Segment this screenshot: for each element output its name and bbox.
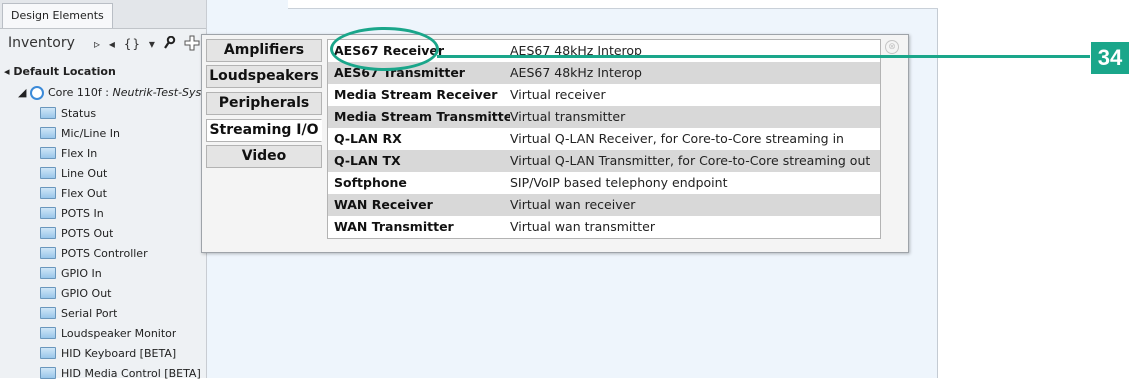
- component-name: WAN Transmitter: [334, 219, 454, 234]
- component-description: Virtual wan transmitter: [510, 219, 656, 234]
- component-name: Softphone: [334, 175, 407, 190]
- tab-loudspeakers[interactable]: Loudspeakers: [206, 65, 322, 88]
- component-icon: [40, 227, 56, 239]
- tree-item-label: POTS In: [61, 207, 104, 220]
- component-icon: [40, 187, 56, 199]
- component-icon: [40, 367, 56, 379]
- core-icon: [29, 86, 44, 100]
- component-icon: [40, 347, 56, 359]
- component-picker-popup: Amplifiers Loudspeakers Peripherals Streami…: [201, 34, 909, 253]
- tree-item[interactable]: Flex In: [40, 144, 97, 164]
- component-description: Virtual receiver: [510, 87, 606, 102]
- tree-item-label: Loudspeaker Monitor: [61, 327, 177, 340]
- tree-item-label: POTS Out: [61, 227, 114, 240]
- inventory-toolbar: Inventory ▹ ◂ {} ▾: [0, 30, 206, 58]
- component-name: Media Stream Receiver: [334, 87, 498, 102]
- tree-item-label: HID Keyboard [BETA]: [61, 347, 177, 360]
- component-row[interactable]: Q-LAN RX Virtual Q-LAN Receiver, for Core…: [328, 128, 880, 150]
- component-icon: [40, 307, 56, 319]
- tree-item-label: Line Out: [61, 167, 108, 180]
- component-description: AES67 48kHz Interop: [510, 43, 642, 58]
- component-name: Q-LAN RX: [334, 131, 402, 146]
- collapse-icon[interactable]: ◂: [109, 37, 116, 51]
- component-description: Virtual Q-LAN Transmitter, for Core-to-C…: [510, 153, 871, 168]
- tree-item[interactable]: Status: [40, 104, 96, 124]
- component-description: SIP/VoIP based telephony endpoint: [510, 175, 728, 190]
- tree-item[interactable]: Flex Out: [40, 184, 107, 204]
- tree-item[interactable]: HID Media Control [BETA]: [40, 364, 201, 384]
- component-description: AES67 48kHz Interop: [510, 65, 642, 80]
- tree-item-label: HID Media Control [BETA]: [61, 367, 201, 380]
- component-list: AES67 Receiver AES67 48kHz Interop AES67 T…: [327, 39, 881, 239]
- tree-item[interactable]: HID Keyboard [BETA]: [40, 344, 176, 364]
- component-name: WAN Receiver: [334, 197, 433, 212]
- tree-core-node[interactable]: ◢ Core 110f : Neutrik-Test-System: [18, 83, 206, 103]
- component-icon: [40, 107, 56, 119]
- braces-icon[interactable]: {}: [124, 37, 141, 51]
- tree-item[interactable]: POTS Controller: [40, 244, 148, 264]
- tab-amplifiers[interactable]: Amplifiers: [206, 39, 322, 62]
- tree-item[interactable]: POTS Out: [40, 224, 113, 244]
- tab-video[interactable]: Video: [206, 145, 322, 168]
- component-row[interactable]: WAN Transmitter Virtual wan transmitter: [328, 216, 880, 238]
- expand-icon[interactable]: ▹: [94, 37, 101, 51]
- tree-item[interactable]: GPIO Out: [40, 284, 112, 304]
- component-icon: [40, 247, 56, 259]
- component-icon: [40, 147, 56, 159]
- collapse-arrow-icon[interactable]: ◂: [4, 65, 13, 78]
- component-icon: [40, 287, 56, 299]
- tab-peripherals[interactable]: Peripherals: [206, 92, 322, 115]
- component-description: Virtual wan receiver: [510, 197, 636, 212]
- component-description: Virtual transmitter: [510, 109, 626, 124]
- tree-item-label: GPIO Out: [61, 287, 112, 300]
- close-icon[interactable]: ⊗: [885, 40, 899, 54]
- tree-item-label: POTS Controller: [61, 247, 148, 260]
- tree-item[interactable]: POTS In: [40, 204, 104, 224]
- add-icon[interactable]: [184, 35, 200, 54]
- tree-item[interactable]: Line Out: [40, 164, 107, 184]
- panel-tab-strip: Design Elements: [0, 0, 206, 29]
- tree-item-label: GPIO In: [61, 267, 102, 280]
- dropdown-icon[interactable]: ▾: [149, 37, 156, 51]
- callout-badge: 34: [1091, 42, 1129, 74]
- component-icon: [40, 167, 56, 179]
- component-row[interactable]: Softphone SIP/VoIP based telephony endpoi…: [328, 172, 880, 194]
- tree-item[interactable]: GPIO In: [40, 264, 102, 284]
- component-name: Media Stream Transmitter: [334, 109, 510, 124]
- tree-root[interactable]: ◂ Default Location: [4, 62, 116, 82]
- key-icon[interactable]: [163, 35, 176, 53]
- design-elements-panel: Design Elements Inventory ▹ ◂ {} ▾ ◂ Def…: [0, 0, 207, 380]
- tree-item-label: Status: [61, 107, 97, 120]
- tree-item[interactable]: Loudspeaker Monitor: [40, 324, 176, 344]
- component-icon: [40, 207, 56, 219]
- tree-item[interactable]: Serial Port: [40, 304, 117, 324]
- inventory-tools: ▹ ◂ {} ▾: [94, 35, 203, 54]
- component-description: Virtual Q-LAN Receiver, for Core-to-Core…: [510, 131, 844, 146]
- collapse-arrow-icon[interactable]: ◢: [18, 86, 30, 99]
- tree-item-label: Mic/Line In: [61, 127, 120, 140]
- callout-line: [437, 55, 1090, 58]
- tree-item-label: Serial Port: [61, 307, 118, 320]
- component-icon: [40, 127, 56, 139]
- component-row[interactable]: WAN Receiver Virtual wan receiver: [328, 194, 880, 216]
- inventory-label: Inventory: [8, 35, 75, 51]
- component-name: Q-LAN TX: [334, 153, 401, 168]
- tree-item-label: Flex In: [61, 147, 98, 160]
- canvas-header-strip: [288, 0, 938, 9]
- component-row[interactable]: Media Stream Receiver Virtual receiver: [328, 84, 880, 106]
- component-row[interactable]: Media Stream Transmitter Virtual transmit…: [328, 106, 880, 128]
- tree-item-label: Flex Out: [61, 187, 107, 200]
- component-icon: [40, 267, 56, 279]
- tab-design-elements[interactable]: Design Elements: [2, 3, 113, 28]
- component-icon: [40, 327, 56, 339]
- component-row[interactable]: Q-LAN TX Virtual Q-LAN Transmitter, for C…: [328, 150, 880, 172]
- tree-item[interactable]: Mic/Line In: [40, 124, 120, 144]
- tab-streaming-i-o[interactable]: Streaming I/O: [206, 119, 322, 142]
- callout-circle: [330, 27, 439, 71]
